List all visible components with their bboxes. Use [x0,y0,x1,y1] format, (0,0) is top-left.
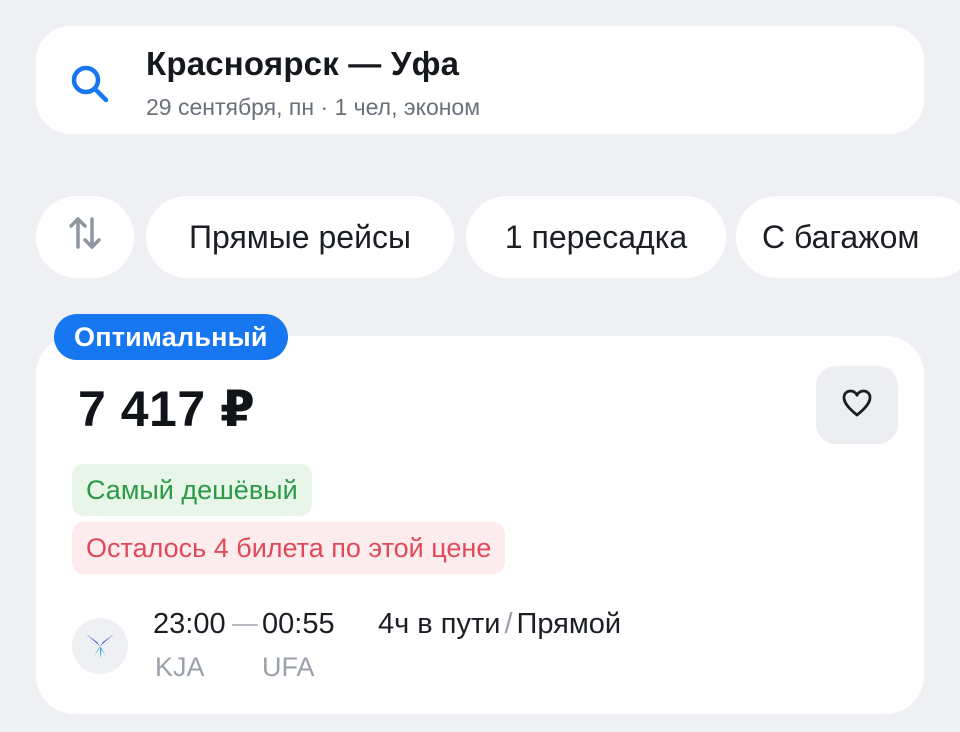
duration-separator: / [504,608,513,640]
airline-logo [72,618,128,674]
search-details: 29 сентября, пн · 1 чел, эконом [146,94,481,120]
route-title: Красноярск — Уфа [146,45,460,82]
sort-button[interactable] [36,196,134,278]
airline-bird-icon [80,624,120,669]
duration-text: 4ч в пути [378,608,501,640]
seats-left-tag: Осталось 4 билета по этой цене [72,522,506,574]
sort-arrows-icon [65,213,105,261]
departure-airport-code: KJA [155,652,205,682]
search-bar[interactable]: Красноярск — Уфа 29 сентября, пн · 1 чел… [36,26,924,134]
search-icon [66,60,114,108]
cheapest-tag: Самый дешёвый [72,464,312,516]
heart-icon [841,388,873,423]
departure-time: 23:00 [153,608,226,640]
favorite-button[interactable] [816,366,898,444]
filter-one-transfer[interactable]: 1 пересадка [466,196,726,278]
ticket-price: 7 417 ₽ [78,381,256,437]
flight-duration: 4ч в пути / Прямой [378,606,621,642]
filter-direct-flights[interactable]: Прямые рейсы [146,196,454,278]
search-summary: Красноярск — Уфа 29 сентября, пн · 1 чел… [146,44,480,122]
filter-with-baggage[interactable]: С багажом [736,196,960,278]
flight-type: Прямой [516,608,622,640]
optimal-badge: Оптимальный [54,314,288,360]
arrival-time: 00:55 [262,608,335,640]
time-separator [232,624,258,626]
arrival-airport-code: UFA [262,652,315,682]
filter-bar: Прямые рейсы 1 пересадка С багажом [36,196,960,278]
